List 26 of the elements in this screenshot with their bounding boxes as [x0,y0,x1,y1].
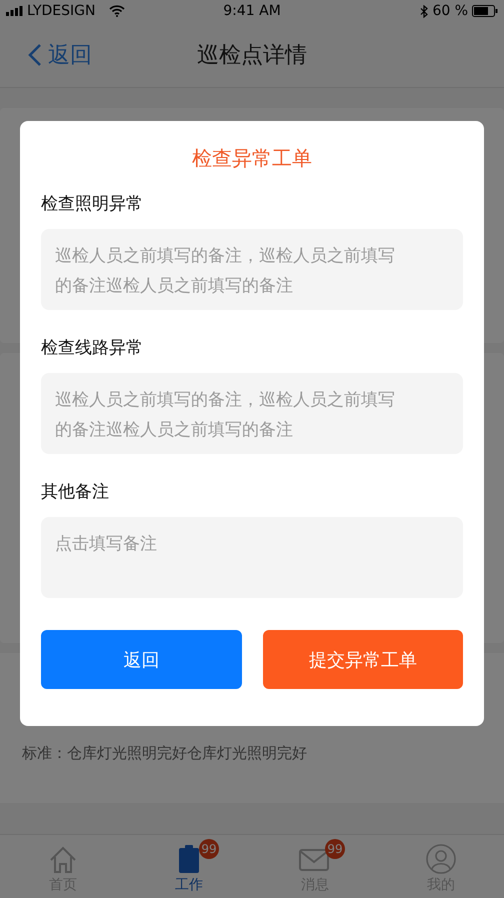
standard-text: 标准：仓库灯光照明完好仓库灯光照明完好 [22,744,307,763]
chevron-left-icon [28,42,42,66]
note-field[interactable]: 点击填写备注 [41,517,463,598]
field-label: 检查照明异常 [41,193,144,215]
page-title: 巡检点详情 [197,42,307,70]
bluetooth-icon [420,4,428,18]
home-icon [48,846,78,874]
note-field[interactable]: 巡检人员之前填写的备注，巡检人员之前填写的备注巡检人员之前填写的备注 [41,229,463,310]
status-time: 9:41 AM [223,3,281,19]
field-label: 检查线路异常 [41,337,144,359]
battery-percent: 60 % [432,3,468,19]
field-label: 其他备注 [41,481,110,503]
signal-icon [6,6,23,16]
tab-item[interactable]: 工作 99 [126,835,252,898]
carrier-name: LYDESIGN [27,3,96,19]
battery-icon [472,5,498,17]
count-badge: 99 [325,839,345,859]
submit-button[interactable]: 提交异常工单 [262,630,463,689]
dialog-title: 检查异常工单 [191,145,313,172]
user-icon [426,844,456,874]
count-badge: 99 [199,839,219,859]
back-button[interactable]: 返回 [41,630,242,689]
back-button[interactable]: 返回 [28,40,92,70]
clipboard-icon [177,844,201,874]
note-field[interactable]: 巡检人员之前填写的备注，巡检人员之前填写的备注巡检人员之前填写的备注 [41,373,463,454]
wifi-icon [109,5,126,17]
